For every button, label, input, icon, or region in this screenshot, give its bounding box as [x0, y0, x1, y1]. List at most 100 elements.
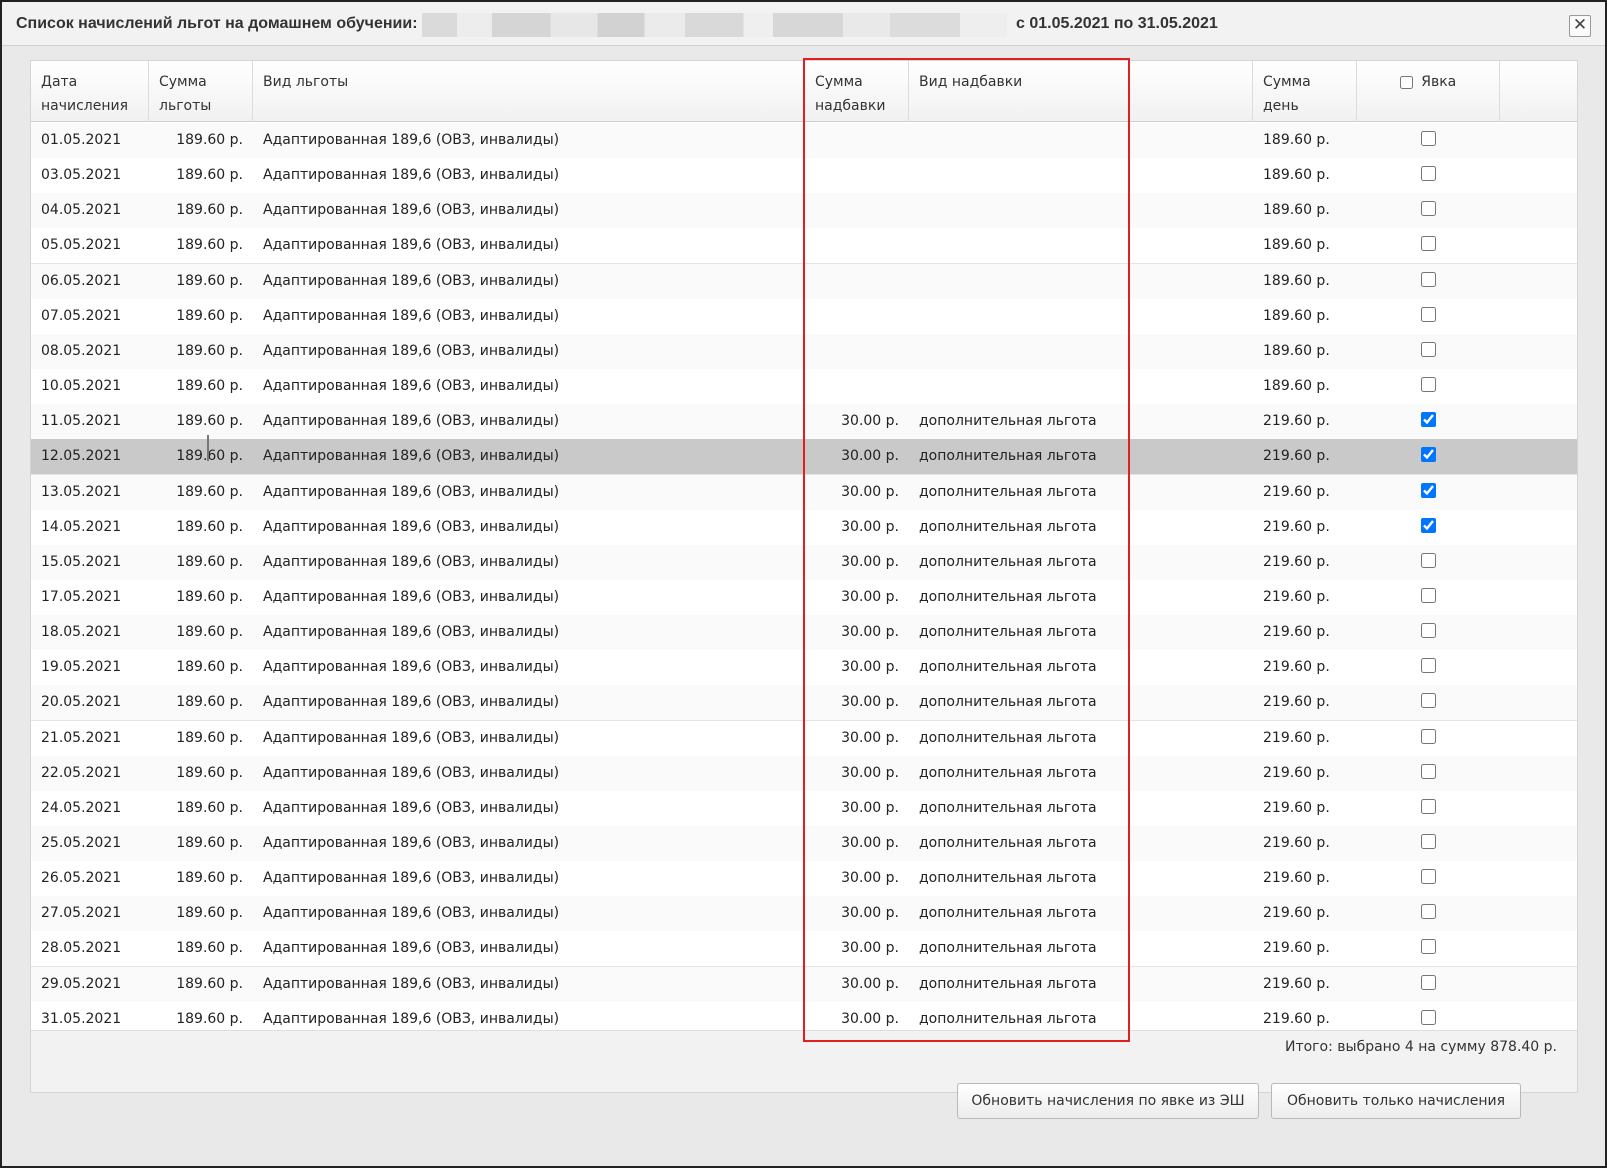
cell-day-sum: 219.60 р. — [1263, 413, 1330, 430]
attendance-checkbox[interactable] — [1421, 798, 1436, 814]
table-row[interactable]: 27.05.2021 189.60 р. Адаптированная 189,6 … — [31, 896, 1577, 933]
cell-date: 10.05.2021 — [41, 378, 122, 395]
table-row[interactable]: 18.05.2021 189.60 р. Адаптированная 189,6 … — [31, 615, 1577, 652]
column-header-day-sum[interactable]: Сумма день — [1253, 61, 1357, 122]
cell-day-sum: 189.60 р. — [1263, 237, 1330, 254]
cell-benefit-sum: 189.60 р. — [176, 975, 243, 992]
cell-benefit-kind: Адаптированная 189,6 (ОВЗ, инвалиды) — [263, 588, 560, 605]
cell-benefit-sum: 189.60 р. — [176, 272, 243, 289]
cell-date: 12.05.2021 — [41, 448, 122, 465]
attendance-checkbox[interactable] — [1421, 517, 1436, 533]
cell-day-sum: 189.60 р. — [1263, 307, 1330, 324]
cell-benefit-kind: Адаптированная 189,6 (ОВЗ, инвалиды) — [263, 553, 560, 570]
attendance-checkbox[interactable] — [1421, 552, 1436, 568]
table-row[interactable]: 21.05.2021 189.60 р. Адаптированная 189,6 … — [31, 720, 1577, 757]
accruals-dialog: Список начислений льгот на домашнем обуч… — [0, 0, 1607, 1168]
cell-benefit-sum: 189.60 р. — [176, 518, 243, 535]
attendance-checkbox[interactable] — [1421, 693, 1436, 709]
refresh-by-attendance-button[interactable]: Обновить начисления по явке из ЭШ — [957, 1083, 1259, 1119]
attendance-checkbox[interactable] — [1421, 974, 1436, 990]
table-row[interactable]: 06.05.2021 189.60 р. Адаптированная 189,6 … — [31, 263, 1577, 300]
cell-benefit-kind: Адаптированная 189,6 (ОВЗ, инвалиды) — [263, 342, 560, 359]
table-row[interactable]: 15.05.2021 189.60 р. Адаптированная 189,6 … — [31, 544, 1577, 581]
cell-benefit-sum: 189.60 р. — [176, 694, 243, 711]
attendance-checkbox[interactable] — [1421, 201, 1436, 217]
table-row[interactable]: 12.05.2021 189.60 р. Адаптированная 189,6 … — [31, 439, 1577, 476]
table-row[interactable]: 20.05.2021 189.60 р. Адаптированная 189,6 … — [31, 685, 1577, 722]
table-row[interactable]: 08.05.2021 189.60 р. Адаптированная 189,6 … — [31, 333, 1577, 370]
cell-surcharge-kind: дополнительная льгота — [919, 729, 1097, 746]
cell-surcharge-kind: дополнительная льгота — [919, 518, 1097, 535]
table-row[interactable]: 03.05.2021 189.60 р. Адаптированная 189,6 … — [31, 158, 1577, 195]
attendance-checkbox[interactable] — [1421, 623, 1436, 639]
table-row[interactable]: 22.05.2021 189.60 р. Адаптированная 189,6 … — [31, 755, 1577, 792]
attendance-checkbox[interactable] — [1421, 271, 1436, 287]
select-all-checkbox[interactable] — [1399, 75, 1413, 89]
attendance-checkbox[interactable] — [1421, 869, 1436, 885]
table-row[interactable]: 17.05.2021 189.60 р. Адаптированная 189,6 … — [31, 579, 1577, 616]
cell-date: 29.05.2021 — [41, 975, 122, 992]
table-row[interactable]: 07.05.2021 189.60 р. Адаптированная 189,6 … — [31, 298, 1577, 335]
cell-benefit-sum: 189.60 р. — [176, 342, 243, 359]
attendance-checkbox[interactable] — [1421, 377, 1436, 393]
attendance-checkbox[interactable] — [1421, 306, 1436, 322]
cell-surcharge-sum — [805, 369, 909, 404]
attendance-checkbox[interactable] — [1421, 763, 1436, 779]
cell-benefit-sum: 189.60 р. — [176, 835, 243, 851]
table-row[interactable]: 26.05.2021 189.60 р. Адаптированная 189,6 … — [31, 861, 1577, 898]
cell-attendance — [1357, 228, 1500, 263]
attendance-checkbox[interactable] — [1421, 728, 1436, 744]
table-row[interactable]: 01.05.2021 189.60 р. Адаптированная 189,6 … — [31, 123, 1577, 159]
cell-surcharge-sum — [805, 193, 909, 228]
table-row[interactable]: 05.05.2021 189.60 р. Адаптированная 189,6 … — [31, 228, 1577, 265]
column-header-date-line1: Дата — [41, 74, 78, 90]
attendance-checkbox[interactable] — [1421, 939, 1436, 955]
attendance-checkbox[interactable] — [1421, 166, 1436, 182]
attendance-checkbox[interactable] — [1421, 412, 1436, 428]
attendance-checkbox[interactable] — [1421, 834, 1436, 849]
attendance-checkbox[interactable] — [1421, 482, 1436, 498]
close-icon[interactable]: ✕ — [1569, 15, 1591, 37]
table-row[interactable]: 25.05.2021 189.60 р. Адаптированная 189,6 … — [31, 826, 1577, 862]
table-row[interactable]: 28.05.2021 189.60 р. Адаптированная 189,6 … — [31, 931, 1577, 968]
cell-surcharge-sum: 30.00 р. — [841, 588, 899, 605]
column-header-attendance[interactable]: Явка — [1357, 61, 1500, 122]
attendance-checkbox[interactable] — [1421, 131, 1436, 146]
attendance-checkbox[interactable] — [1421, 904, 1436, 920]
column-header-benefit-sum-line2: льготы — [159, 98, 212, 114]
cell-surcharge-kind: дополнительная льгота — [919, 940, 1097, 957]
cell-attendance — [1357, 791, 1500, 826]
table-row[interactable]: 24.05.2021 189.60 р. Адаптированная 189,6 … — [31, 790, 1577, 827]
table-row[interactable]: 19.05.2021 189.60 р. Адаптированная 189,6 … — [31, 650, 1577, 687]
table-row[interactable]: 10.05.2021 189.60 р. Адаптированная 189,6 … — [31, 369, 1577, 406]
cell-day-sum: 219.60 р. — [1263, 553, 1330, 570]
column-header-benefit-kind[interactable]: Вид льготы — [253, 61, 805, 122]
cell-day-sum: 219.60 р. — [1263, 764, 1330, 781]
attendance-checkbox[interactable] — [1421, 658, 1436, 674]
column-header-date[interactable]: Дата начисления — [31, 61, 149, 122]
cell-date: 03.05.2021 — [41, 167, 122, 184]
attendance-checkbox[interactable] — [1421, 447, 1436, 463]
cell-day-sum: 189.60 р. — [1263, 378, 1330, 395]
cell-day-sum: 189.60 р. — [1263, 202, 1330, 219]
cell-surcharge-kind: дополнительная льгота — [919, 624, 1097, 641]
attendance-checkbox[interactable] — [1421, 341, 1436, 357]
column-header-benefit-sum[interactable]: Сумма льготы — [149, 61, 253, 122]
table-row[interactable]: 13.05.2021 189.60 р. Адаптированная 189,6 … — [31, 474, 1577, 511]
attendance-checkbox[interactable] — [1421, 587, 1436, 603]
table-row[interactable]: 11.05.2021 189.60 р. Адаптированная 189,6 … — [31, 404, 1577, 441]
column-header-surcharge-sum-line2: надбавки — [815, 98, 886, 114]
column-header-surcharge-kind[interactable]: Вид надбавки — [909, 61, 1253, 122]
refresh-only-button[interactable]: Обновить только начисления — [1271, 1083, 1521, 1119]
table-row[interactable]: 29.05.2021 189.60 р. Адаптированная 189,6 … — [31, 966, 1577, 1003]
attendance-checkbox[interactable] — [1421, 236, 1436, 252]
attendance-checkbox[interactable] — [1421, 1009, 1436, 1025]
table-row[interactable]: 14.05.2021 189.60 р. Адаптированная 189,6 … — [31, 509, 1577, 546]
column-header-surcharge-sum[interactable]: Сумма надбавки — [805, 61, 909, 122]
cell-date: 13.05.2021 — [41, 483, 122, 500]
cell-surcharge-sum: 30.00 р. — [841, 448, 899, 465]
cell-benefit-kind: Адаптированная 189,6 (ОВЗ, инвалиды) — [263, 448, 560, 465]
table-row[interactable]: 04.05.2021 189.60 р. Адаптированная 189,6 … — [31, 193, 1577, 230]
cell-day-sum: 219.60 р. — [1263, 870, 1330, 887]
cell-benefit-kind: Адаптированная 189,6 (ОВЗ, инвалиды) — [263, 799, 560, 816]
